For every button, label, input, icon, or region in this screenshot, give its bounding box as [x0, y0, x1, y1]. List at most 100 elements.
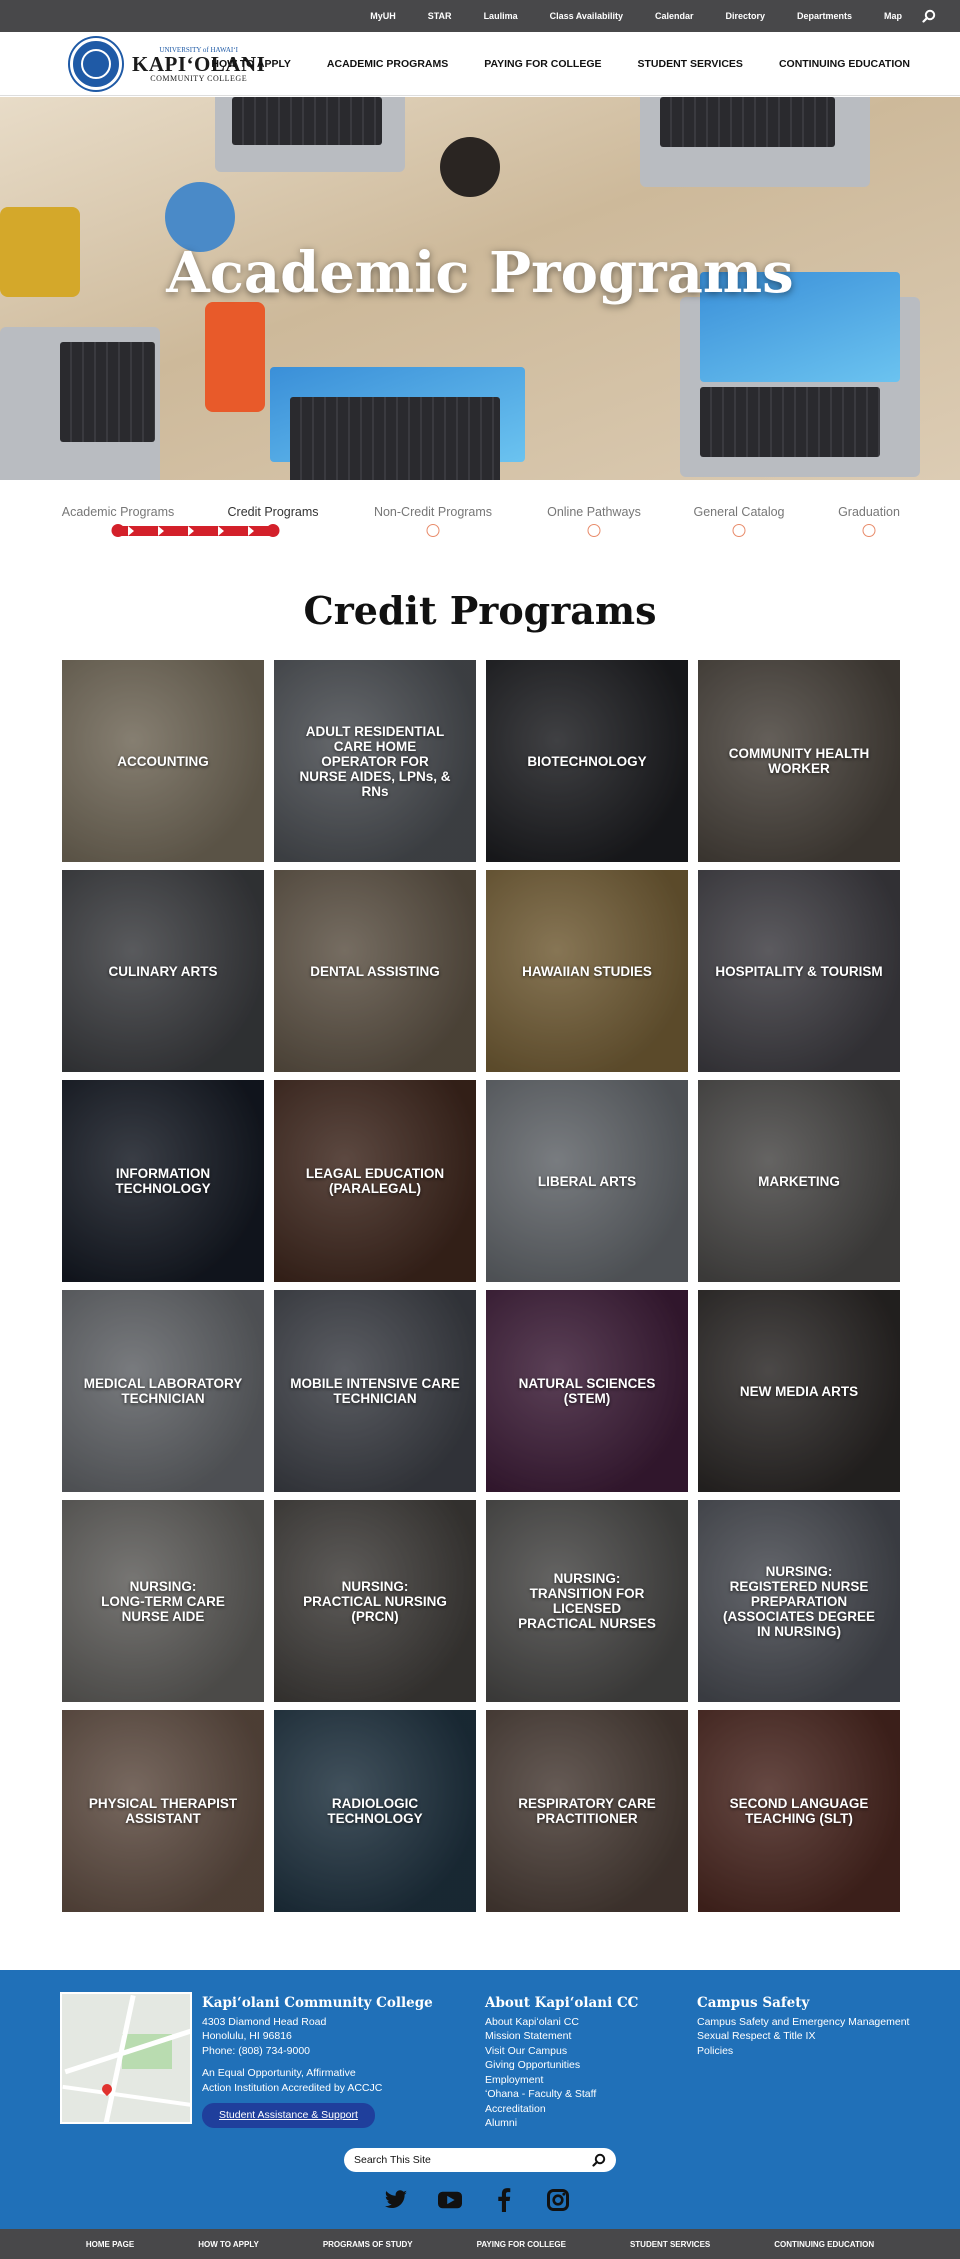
nav-paying-for-college[interactable]: PAYING FOR COLLEGE [484, 58, 601, 70]
footer-nav-how-to-apply[interactable]: HOW TO APPLY [198, 2240, 259, 2249]
step-dot-online-pathways[interactable] [587, 524, 601, 537]
footer-search-input[interactable]: Search This Site [344, 2148, 616, 2172]
footer-college-name: Kapiʻolani Community College [202, 1995, 433, 2011]
footer-nav-student-services[interactable]: STUDENT SERVICES [630, 2240, 710, 2249]
search-icon[interactable] [918, 5, 940, 27]
footer-about-link[interactable]: Alumni [485, 2116, 638, 2131]
footer-about-link[interactable]: Mission Statement [485, 2029, 638, 2044]
program-tile-label: NATURAL SCIENCES (STEM) [518, 1376, 656, 1406]
youtube-icon[interactable] [438, 2188, 462, 2212]
footer-nav-programs-of-study[interactable]: PROGRAMS OF STUDY [323, 2240, 413, 2249]
step-online-pathways[interactable]: Online Pathways [547, 505, 641, 519]
utility-link-class-availability[interactable]: Class Availability [550, 11, 623, 21]
step-general-catalog[interactable]: General Catalog [693, 505, 784, 519]
footer-about-link[interactable]: Giving Opportunities [485, 2058, 638, 2073]
footer-nav-paying-for-college[interactable]: PAYING FOR COLLEGE [477, 2240, 566, 2249]
footer-college-info: Kapiʻolani Community College 4303 Diamon… [202, 1996, 433, 2128]
main-nav: HOW TO APPLY ACADEMIC PROGRAMS PAYING FO… [175, 32, 910, 96]
step-dot-non-credit-programs[interactable] [426, 524, 440, 537]
footer-about-link[interactable]: Accreditation [485, 2102, 638, 2117]
facebook-icon[interactable] [492, 2188, 516, 2212]
program-tile-label: CULINARY ARTS [108, 963, 218, 979]
program-tile[interactable]: BIOTECHNOLOGY [486, 660, 688, 862]
program-tile-label: HAWAIIAN STUDIES [522, 963, 652, 979]
step-graduation[interactable]: Graduation [838, 505, 900, 519]
program-tile[interactable]: NURSING: PRACTICAL NURSING (PRCN) [274, 1500, 476, 1702]
footer-about-link[interactable]: Employment [485, 2073, 638, 2088]
utility-link-directory[interactable]: Directory [725, 11, 765, 21]
step-dot-credit-programs[interactable] [266, 524, 280, 537]
step-dot-academic-programs[interactable] [111, 524, 125, 537]
program-tile[interactable]: ADULT RESIDENTIAL CARE HOME OPERATOR FOR… [274, 660, 476, 862]
program-tile[interactable]: NEW MEDIA ARTS [698, 1290, 900, 1492]
program-tile-label: MOBILE INTENSIVE CARE TECHNICIAN [290, 1376, 460, 1406]
instagram-icon[interactable] [546, 2188, 570, 2212]
program-tile[interactable]: LEAGAL EDUCATION (PARALEGAL) [274, 1080, 476, 1282]
program-tile[interactable]: ACCOUNTING [62, 660, 264, 862]
program-tile[interactable]: RESPIRATORY CARE PRACTITIONER [486, 1710, 688, 1912]
program-tile[interactable]: INFORMATION TECHNOLOGY [62, 1080, 264, 1282]
program-tile[interactable]: NURSING: REGISTERED NURSE PREPARATION (A… [698, 1500, 900, 1702]
footer-about-link[interactable]: About Kapiʻolani CC [485, 2015, 638, 2030]
program-tile-label: HOSPITALITY & TOURISM [715, 963, 883, 979]
step-dot-graduation[interactable] [862, 524, 876, 537]
program-tile[interactable]: LIBERAL ARTS [486, 1080, 688, 1282]
nav-continuing-education[interactable]: CONTINUING EDUCATION [779, 58, 910, 70]
step-dot-general-catalog[interactable] [732, 524, 746, 537]
program-tile[interactable]: COMMUNITY HEALTH WORKER [698, 660, 900, 862]
utility-link-laulima[interactable]: Laulima [484, 11, 518, 21]
footer-about-title: About Kapiʻolani CC [485, 1995, 639, 2011]
footer-nav-bar: HOME PAGE HOW TO APPLY PROGRAMS OF STUDY… [0, 2229, 960, 2259]
footer-about-link[interactable]: Visit Our Campus [485, 2044, 638, 2059]
footer-safety-link[interactable]: Campus Safety and Emergency Management [697, 2015, 909, 2030]
utility-link-star[interactable]: STAR [428, 11, 452, 21]
program-tile-label: PHYSICAL THERAPIST ASSISTANT [88, 1796, 238, 1826]
program-tile[interactable]: PHYSICAL THERAPIST ASSISTANT [62, 1710, 264, 1912]
utility-link-departments[interactable]: Departments [797, 11, 852, 21]
footer-about-column: About Kapiʻolani CC About Kapiʻolani CC … [485, 1996, 638, 2131]
program-tile[interactable]: SECOND LANGUAGE TEACHING (SLT) [698, 1710, 900, 1912]
program-tile-label: LIBERAL ARTS [537, 1173, 637, 1189]
program-tile[interactable]: MOBILE INTENSIVE CARE TECHNICIAN [274, 1290, 476, 1492]
nav-how-to-apply[interactable]: HOW TO APPLY [211, 58, 291, 70]
footer-nav-home[interactable]: HOME PAGE [86, 2240, 134, 2249]
step-academic-programs[interactable]: Academic Programs [62, 505, 175, 519]
campus-map[interactable] [60, 1992, 192, 2124]
step-non-credit-programs[interactable]: Non-Credit Programs [374, 505, 492, 519]
program-tile[interactable]: NURSING: LONG-TERM CARE NURSE AIDE [62, 1500, 264, 1702]
program-pathway-steps: Academic Programs Credit Programs Non-Cr… [0, 480, 960, 570]
program-tile[interactable]: CULINARY ARTS [62, 870, 264, 1072]
program-tile[interactable]: HAWAIIAN STUDIES [486, 870, 688, 1072]
twitter-icon[interactable] [384, 2188, 408, 2212]
program-tile[interactable]: NATURAL SCIENCES (STEM) [486, 1290, 688, 1492]
program-tile[interactable]: DENTAL ASSISTING [274, 870, 476, 1072]
site-header: UNIVERSITY of HAWAIʻI KAPIʻOLANI COMMUNI… [0, 32, 960, 96]
site-footer: Kapiʻolani Community College 4303 Diamon… [0, 1970, 960, 2229]
footer-address-line1: 4303 Diamond Head Road [202, 2015, 327, 2028]
program-tile-label: COMMUNITY HEALTH WORKER [728, 746, 870, 776]
program-tile[interactable]: RADIOLOGIC TECHNOLOGY [274, 1710, 476, 1912]
footer-safety-link[interactable]: Sexual Respect & Title IX [697, 2029, 909, 2044]
nav-student-services[interactable]: STUDENT SERVICES [638, 58, 743, 70]
footer-search-placeholder: Search This Site [354, 2154, 431, 2166]
footer-address-line2: Honolulu, HI 96816 [202, 2030, 292, 2042]
footer-safety-link[interactable]: Policies [697, 2044, 909, 2059]
program-tile-label: MARKETING [758, 1173, 840, 1189]
program-tile-label: LEAGAL EDUCATION (PARALEGAL) [305, 1166, 445, 1196]
program-tile[interactable]: NURSING: TRANSITION FOR LICENSED PRACTIC… [486, 1500, 688, 1702]
nav-academic-programs[interactable]: ACADEMIC PROGRAMS [327, 58, 448, 70]
hero-banner: Academic Programs [0, 97, 960, 480]
utility-link-calendar[interactable]: Calendar [655, 11, 694, 21]
program-tile[interactable]: MARKETING [698, 1080, 900, 1282]
utility-link-map[interactable]: Map [884, 11, 902, 21]
step-credit-programs[interactable]: Credit Programs [228, 505, 319, 519]
student-assistance-button[interactable]: Student Assistance & Support [202, 2103, 375, 2128]
utility-link-myuh[interactable]: MyUH [370, 11, 396, 21]
program-tile[interactable]: MEDICAL LABORATORY TECHNICIAN [62, 1290, 264, 1492]
footer-about-link[interactable]: ʻOhana - Faculty & Staff [485, 2087, 638, 2102]
footer-eeo-line2: Action Institution Accredited by ACCJC [202, 2081, 383, 2094]
footer-nav-continuing-education[interactable]: CONTINUING EDUCATION [774, 2240, 874, 2249]
program-tile-label: SECOND LANGUAGE TEACHING (SLT) [729, 1796, 869, 1826]
program-tile[interactable]: HOSPITALITY & TOURISM [698, 870, 900, 1072]
search-icon[interactable] [592, 2153, 606, 2167]
